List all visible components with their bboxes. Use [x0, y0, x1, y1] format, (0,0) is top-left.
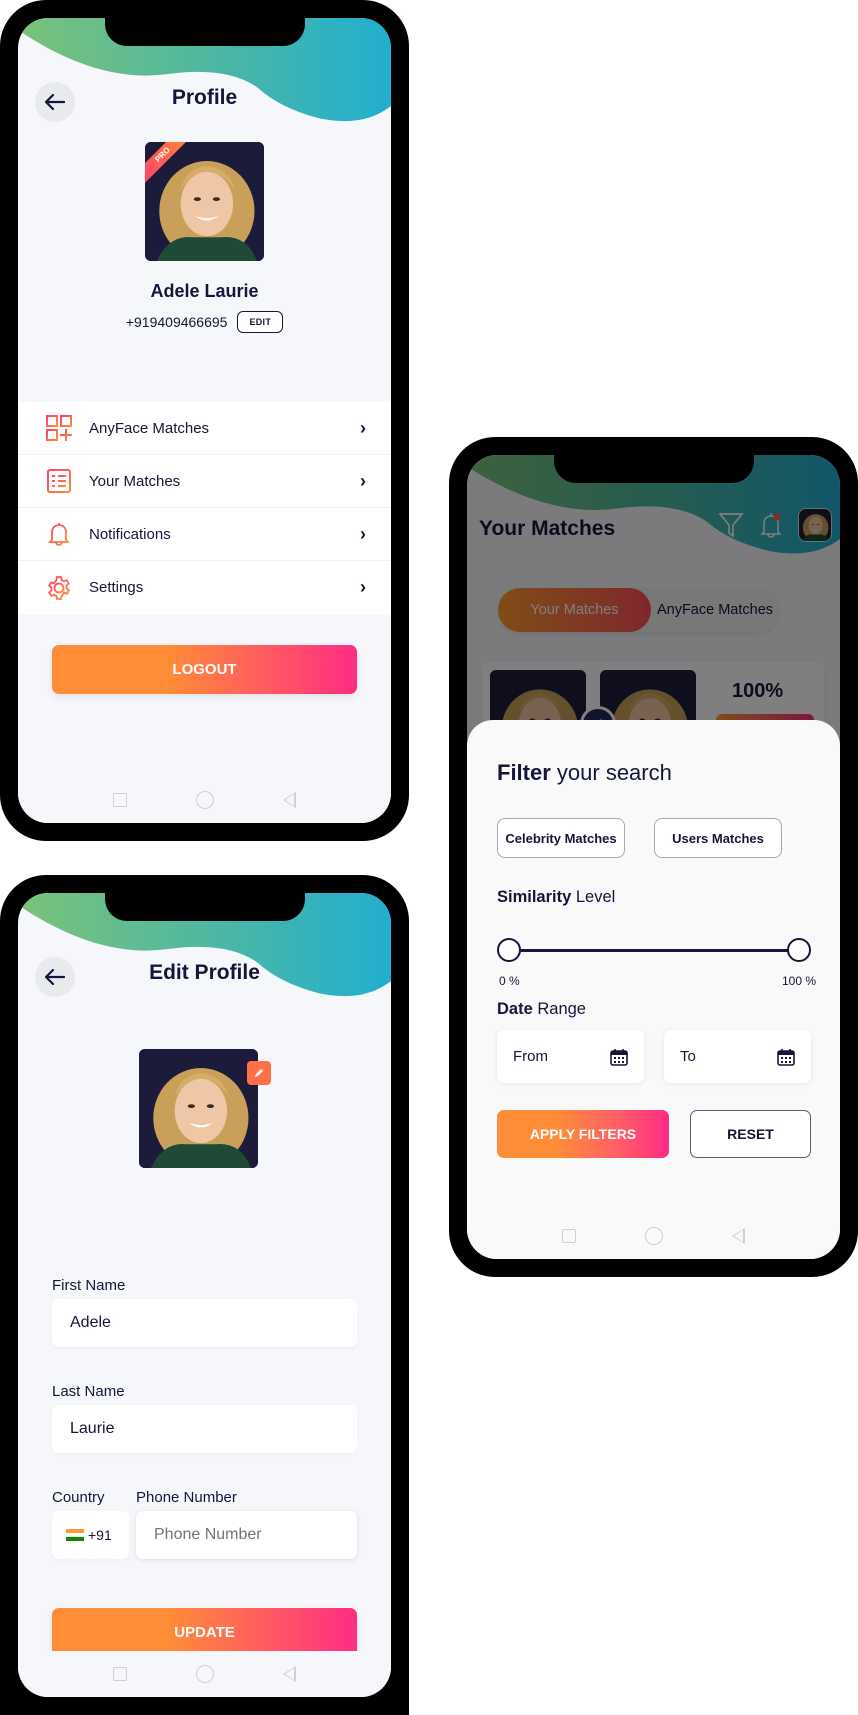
menu-item-label: AnyFace Matches — [89, 419, 210, 437]
phone-row: +919409466695 EDIT — [18, 311, 391, 333]
menu-item-label: Settings — [89, 579, 144, 596]
recent-apps-icon[interactable] — [112, 793, 127, 807]
calendar-icon — [777, 1048, 795, 1066]
update-button[interactable]: UPDATE — [52, 1608, 357, 1657]
last-name-label: Last Name — [52, 1383, 125, 1400]
edit-button[interactable]: EDIT — [237, 311, 284, 333]
camera-notch — [553, 455, 754, 483]
camera-notch — [104, 18, 305, 46]
date-range-heading: Date Range — [497, 1000, 586, 1018]
camera-notch — [104, 893, 305, 921]
similarity-min-handle[interactable] — [497, 938, 521, 962]
similarity-max-label: 100 % — [781, 974, 816, 988]
phone-edit-profile: Edit Profile First Name Adele Last Name … — [0, 875, 409, 1715]
edit-photo-button[interactable] — [247, 1061, 271, 1085]
menu-item-settings[interactable]: Settings › — [18, 561, 391, 614]
phone-profile: Profile PRO Adele Laurie +919409466695 E… — [0, 0, 409, 841]
home-icon[interactable] — [644, 1227, 663, 1245]
android-navbar — [18, 777, 391, 823]
chevron-right-icon: › — [360, 523, 366, 544]
filter-sheet: Filter your search Celebrity Matches Use… — [467, 720, 840, 1259]
list-icon — [46, 468, 72, 494]
similarity-heading: Similarity Level — [497, 888, 616, 906]
android-navbar — [18, 1651, 391, 1697]
profile-menu: AnyFace Matches › Your Matches › Notific… — [18, 402, 391, 614]
bell-icon — [46, 521, 72, 547]
country-code: +91 — [88, 1527, 112, 1543]
india-flag-icon — [66, 1529, 84, 1541]
chevron-right-icon: › — [360, 577, 366, 597]
similarity-slider-track[interactable] — [509, 949, 800, 952]
country-label: Country — [52, 1489, 105, 1506]
edit-profile-screen: Edit Profile First Name Adele Last Name … — [18, 893, 391, 1697]
back-nav-icon[interactable] — [283, 1666, 297, 1682]
profile-screen: Profile PRO Adele Laurie +919409466695 E… — [18, 18, 391, 823]
back-nav-icon[interactable] — [732, 1228, 746, 1244]
chip-users-matches[interactable]: Users Matches — [654, 818, 782, 858]
phone-number-input[interactable] — [136, 1511, 357, 1559]
menu-item-your-matches[interactable]: Your Matches › — [18, 455, 391, 508]
chevron-right-icon: › — [360, 417, 366, 438]
gear-icon — [46, 575, 72, 601]
date-to-placeholder: To — [680, 1048, 696, 1065]
phone-matches: Your Matches Your Matches AnyFace Matche… — [449, 437, 858, 1277]
first-name-input[interactable]: Adele — [52, 1299, 357, 1347]
chevron-right-icon: › — [360, 470, 366, 491]
profile-name: Adele Laurie — [150, 281, 259, 301]
android-navbar — [467, 1213, 840, 1259]
date-to-input[interactable]: To — [664, 1030, 811, 1083]
matches-screen: Your Matches Your Matches AnyFace Matche… — [467, 455, 840, 1259]
menu-item-anyface-matches[interactable]: AnyFace Matches › — [18, 402, 391, 455]
filter-title: Filter your search — [497, 760, 672, 785]
first-name-label: First Name — [52, 1277, 126, 1294]
recent-apps-icon[interactable] — [112, 1667, 127, 1681]
date-from-placeholder: From — [513, 1048, 548, 1065]
menu-item-notifications[interactable]: Notifications › — [18, 508, 391, 561]
home-icon[interactable] — [195, 791, 214, 809]
page-title: Edit Profile — [149, 961, 260, 984]
last-name-input[interactable]: Laurie — [52, 1405, 357, 1453]
reset-button[interactable]: RESET — [690, 1110, 811, 1158]
back-nav-icon[interactable] — [283, 792, 297, 808]
home-icon[interactable] — [195, 1665, 214, 1683]
grid-plus-icon — [46, 415, 72, 441]
menu-item-label: Your Matches — [89, 472, 181, 490]
similarity-max-handle[interactable] — [787, 938, 811, 962]
similarity-min-label: 0 % — [499, 974, 520, 988]
apply-filters-button[interactable]: APPLY FILTERS — [497, 1110, 669, 1158]
chip-celebrity-matches[interactable]: Celebrity Matches — [497, 818, 625, 858]
profile-photo — [139, 1049, 258, 1168]
calendar-icon — [610, 1048, 628, 1066]
page-title: Profile — [171, 86, 238, 109]
profile-photo: PRO — [145, 142, 264, 261]
recent-apps-icon[interactable] — [561, 1229, 576, 1243]
pencil-icon — [255, 1069, 263, 1077]
profile-phone: +919409466695 — [125, 314, 228, 330]
date-from-input[interactable]: From — [497, 1030, 644, 1083]
country-code-select[interactable]: +91 — [52, 1511, 129, 1559]
menu-item-label: Notifications — [89, 525, 171, 543]
phone-number-label: Phone Number — [136, 1489, 237, 1506]
logout-button[interactable]: LOGOUT — [52, 645, 357, 694]
